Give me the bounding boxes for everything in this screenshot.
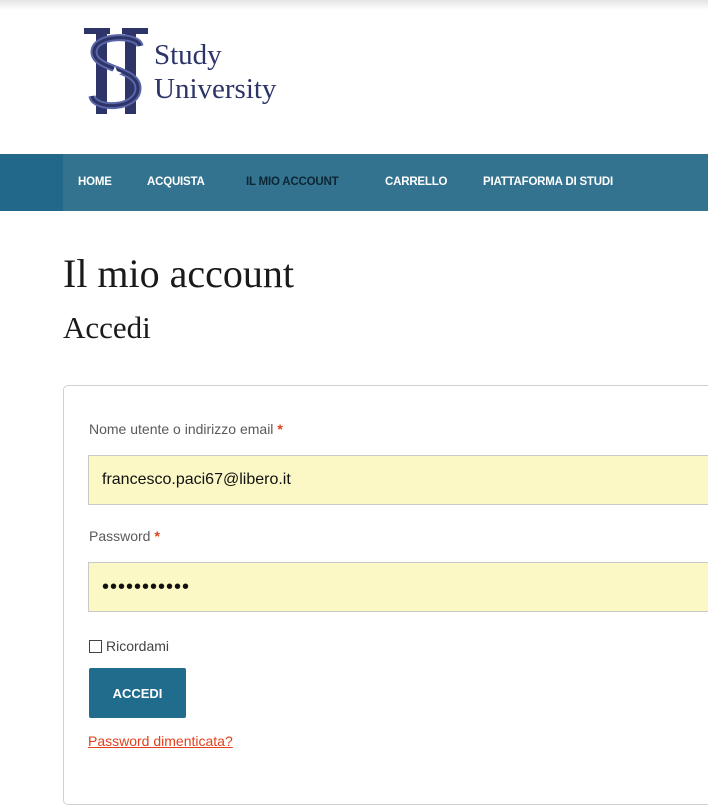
logo-line-2: University (154, 73, 277, 105)
required-asterisk: * (154, 528, 160, 544)
remember-me-checkbox[interactable] (89, 639, 102, 653)
lost-password-link[interactable]: Password dimenticata? (88, 733, 233, 749)
site-logo[interactable]: Study University (80, 26, 340, 122)
required-asterisk: * (277, 421, 283, 437)
remember-me-label: Ricordami (106, 638, 170, 654)
nav-il-mio-account[interactable]: IL MIO ACCOUNT (246, 176, 339, 188)
logo-wordmark: Study University (154, 38, 276, 106)
logo-line-1: Study (154, 39, 222, 71)
username-field-label: Nome utente o indirizzo email * (89, 421, 283, 437)
logo-monogram-icon (84, 28, 148, 114)
login-heading: Accedi (63, 310, 151, 345)
password-input[interactable] (88, 562, 708, 612)
nav-piattaforma-di-studi[interactable]: PIATTAFORMA DI STUDI (483, 176, 613, 188)
username-label-text: Nome utente o indirizzo email (89, 421, 274, 437)
nav-acquista[interactable]: ACQUISTA (147, 176, 205, 188)
password-label-text: Password (89, 528, 151, 544)
nav-carrello[interactable]: CARRELLO (385, 176, 447, 188)
username-input[interactable] (88, 455, 708, 505)
nav-accent (0, 154, 63, 211)
password-field-label: Password * (89, 528, 160, 544)
page-title: Il mio account (63, 251, 295, 296)
login-button[interactable]: ACCEDI (89, 668, 186, 718)
nav-home[interactable]: HOME (78, 176, 112, 188)
remember-me[interactable]: Ricordami (89, 636, 169, 656)
header-shadow (0, 0, 708, 10)
